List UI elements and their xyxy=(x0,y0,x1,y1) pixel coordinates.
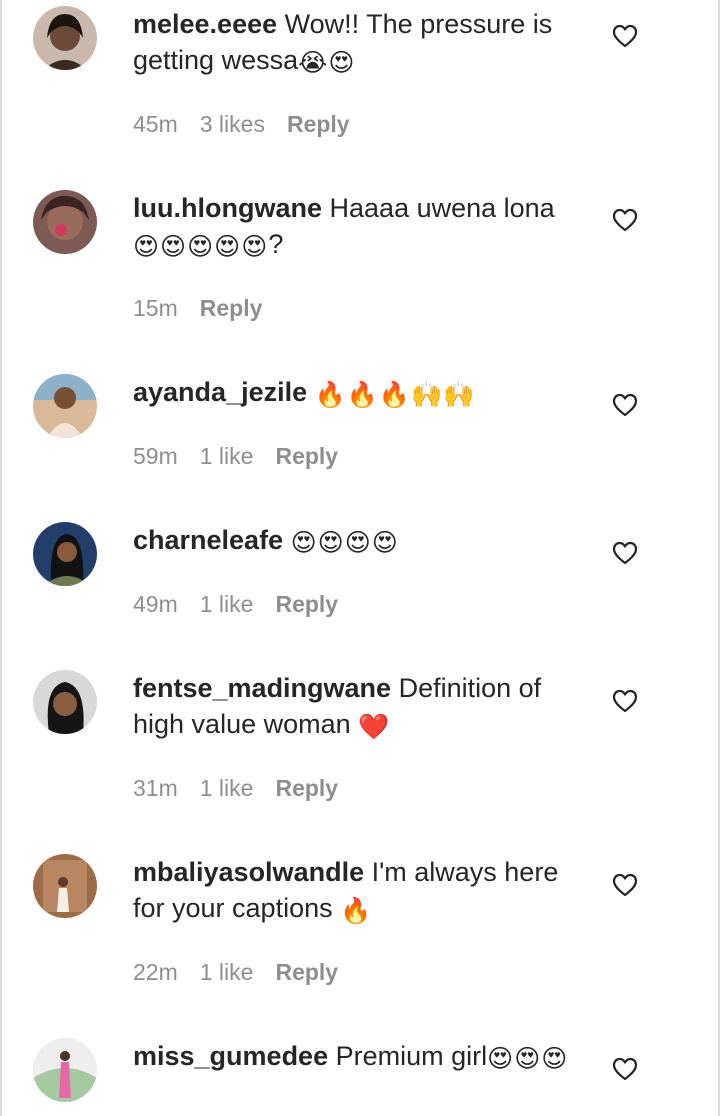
avatar[interactable] xyxy=(33,374,97,438)
comment-text: mbaliyasolwandle I'm always here for you… xyxy=(133,854,588,926)
reply-button[interactable]: Reply xyxy=(200,295,263,321)
comment-likes[interactable]: 1 like xyxy=(200,591,254,617)
comment-username[interactable]: fentse_madingwane xyxy=(133,673,391,703)
avatar[interactable] xyxy=(33,1038,97,1102)
comment-text: melee.eeee Wow!! The pressure is getting… xyxy=(133,6,588,78)
comment-likes[interactable]: 3 likes xyxy=(200,111,265,137)
comment-time: 22m xyxy=(133,959,178,985)
heart-outline-icon[interactable] xyxy=(612,1057,638,1081)
comment-meta: 49m 1 like Reply xyxy=(133,591,360,618)
comment-text: fentse_madingwane Definition of high val… xyxy=(133,670,588,742)
comment-suffix: ? xyxy=(268,229,284,259)
reply-button[interactable]: Reply xyxy=(275,591,338,617)
avatar[interactable] xyxy=(33,6,97,70)
comment-text: charneleafe 😍😍😍😍 xyxy=(133,522,588,558)
reply-button[interactable]: Reply xyxy=(275,443,338,469)
comment-text: miss_gumedee Premium girl😍😍😍 xyxy=(133,1038,588,1074)
comment-emoji: 😍😍😍😍😍 xyxy=(133,233,269,261)
heart-outline-icon[interactable] xyxy=(612,873,638,897)
avatar[interactable] xyxy=(33,522,97,586)
comment-emoji: 😍😍😍 xyxy=(487,1045,569,1073)
comment-time: 31m xyxy=(133,775,178,801)
comment-time: 49m xyxy=(133,591,178,617)
comment-text: ayanda_jezile 🔥🔥🔥🙌🙌 xyxy=(133,374,588,410)
comment-time: 15m xyxy=(133,295,178,321)
comment-time: 45m xyxy=(133,111,178,137)
heart-outline-icon[interactable] xyxy=(612,541,638,565)
comment-body: Haaaa uwena lona xyxy=(329,193,555,223)
heart-outline-icon[interactable] xyxy=(612,393,638,417)
comment-text: luu.hlongwane Haaaa uwena lona 😍😍😍😍😍? xyxy=(133,190,588,262)
comment-emoji: ❤️ xyxy=(358,713,391,741)
heart-outline-icon[interactable] xyxy=(612,689,638,713)
comment-time: 59m xyxy=(133,443,178,469)
comment-meta: 45m 3 likes Reply xyxy=(133,111,372,138)
comment-likes[interactable]: 1 like xyxy=(200,959,254,985)
comment-meta: 22m 1 like Reply xyxy=(133,959,360,986)
comment-meta: 31m 1 like Reply xyxy=(133,775,360,802)
comment-likes[interactable]: 1 like xyxy=(200,775,254,801)
avatar[interactable] xyxy=(33,190,97,254)
heart-outline-icon[interactable] xyxy=(612,24,638,48)
reply-button[interactable]: Reply xyxy=(275,959,338,985)
comment-username[interactable]: charneleafe xyxy=(133,525,283,555)
comment-username[interactable]: melee.eeee xyxy=(133,9,277,39)
comment-emoji: 😍😍😍😍 xyxy=(290,529,399,557)
comment-likes[interactable]: 1 like xyxy=(200,443,254,469)
comment-emoji: 🔥🔥🔥🙌🙌 xyxy=(314,381,476,409)
left-border xyxy=(0,0,2,1116)
reply-button[interactable]: Reply xyxy=(287,111,350,137)
avatar[interactable] xyxy=(33,854,97,918)
comment-emoji: 🔥 xyxy=(340,897,373,925)
reply-button[interactable]: Reply xyxy=(275,775,338,801)
comment-meta: 15m Reply xyxy=(133,295,284,322)
avatar[interactable] xyxy=(33,670,97,734)
heart-outline-icon[interactable] xyxy=(612,208,638,232)
comment-emoji: 😭😍 xyxy=(298,49,356,77)
comment-username[interactable]: mbaliyasolwandle xyxy=(133,857,364,887)
comment-meta: 59m 1 like Reply xyxy=(133,443,360,470)
comment-username[interactable]: miss_gumedee xyxy=(133,1041,328,1071)
comment-username[interactable]: luu.hlongwane xyxy=(133,193,322,223)
comment-username[interactable]: ayanda_jezile xyxy=(133,377,307,407)
comment-body: Premium girl xyxy=(335,1041,488,1071)
